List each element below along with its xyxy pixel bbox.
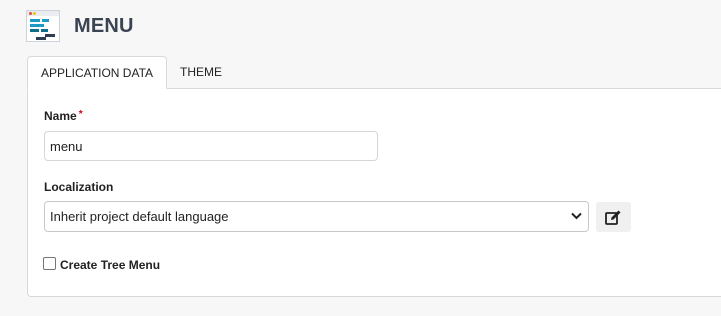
chevron-down-icon <box>571 212 582 220</box>
edit-icon <box>605 210 621 225</box>
menu-app-icon <box>26 10 60 42</box>
name-label-text: Name <box>44 109 77 123</box>
page-title: MENU <box>74 14 134 37</box>
tab-application-data[interactable]: APPLICATION DATA <box>27 56 168 89</box>
create-tree-menu-label[interactable]: Create Tree Menu <box>60 258 160 272</box>
localization-label: Localization <box>44 180 114 194</box>
page-header: MENU <box>26 10 134 42</box>
create-tree-menu-row: Create Tree Menu <box>43 254 160 272</box>
required-marker: * <box>78 109 83 120</box>
name-field[interactable] <box>44 131 378 161</box>
localization-select[interactable]: Inherit project default language <box>44 201 589 232</box>
tab-theme[interactable]: THEME <box>167 56 235 89</box>
application-data-panel: Name* Localization Inherit project defau… <box>27 88 721 297</box>
localization-selected-value: Inherit project default language <box>50 209 229 224</box>
tab-bar: APPLICATION DATA THEME <box>27 56 235 89</box>
name-label: Name * <box>44 109 83 123</box>
create-tree-menu-checkbox[interactable] <box>43 256 56 270</box>
edit-localization-button[interactable] <box>596 202 631 232</box>
